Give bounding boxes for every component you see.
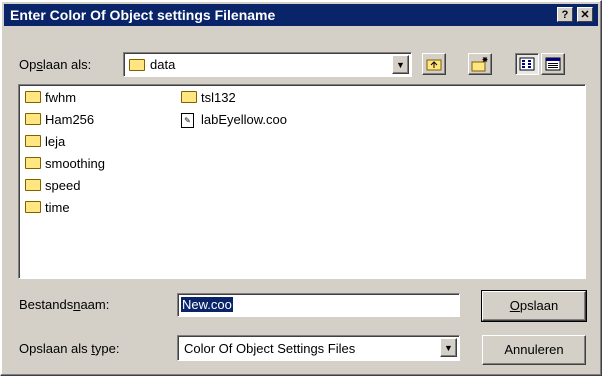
save-in-dropdown[interactable]: data ▼ <box>123 52 412 77</box>
filename-label: Bestandsnaam: <box>19 297 110 312</box>
cancel-button[interactable]: Annuleren <box>482 335 586 365</box>
file-list[interactable]: fwhm Ham256 leja smoothing speed time ts… <box>18 84 586 279</box>
window-title: Enter Color Of Object settings Filename <box>10 7 276 23</box>
new-folder-button[interactable] <box>468 53 492 75</box>
folder-icon <box>129 59 145 71</box>
new-folder-icon <box>471 57 488 72</box>
folder-icon <box>25 179 41 191</box>
folder-icon <box>25 135 41 147</box>
list-view-button[interactable] <box>515 53 539 75</box>
up-folder-icon <box>426 59 442 71</box>
details-view-button[interactable] <box>541 53 565 75</box>
help-button[interactable]: ? <box>557 7 573 22</box>
filetype-label: Opslaan als type: <box>19 341 120 356</box>
save-button[interactable]: Opslaan <box>481 290 587 322</box>
save-in-value: data <box>150 57 176 72</box>
folder-icon <box>25 113 41 125</box>
close-button[interactable]: ✕ <box>577 7 593 22</box>
filetype-dropdown[interactable]: Color Of Object Settings Files ▼ <box>177 335 460 361</box>
list-view-icon <box>519 57 535 71</box>
details-view-icon <box>545 57 561 71</box>
filename-input[interactable]: New.coo <box>177 293 460 317</box>
save-in-label: Opslaan als: <box>19 57 92 72</box>
filetype-value: Color Of Object Settings Files <box>184 341 356 356</box>
folder-icon <box>181 91 197 103</box>
up-folder-button[interactable] <box>422 53 446 75</box>
folder-icon <box>25 201 41 213</box>
chevron-down-icon[interactable]: ▼ <box>440 338 457 357</box>
document-icon: ✎ <box>181 113 194 128</box>
filename-value: New.coo <box>181 297 233 312</box>
chevron-down-icon[interactable]: ▼ <box>392 55 409 74</box>
folder-icon <box>25 91 41 103</box>
folder-icon <box>25 157 41 169</box>
title-bar: Enter Color Of Object settings Filename … <box>4 4 598 26</box>
save-dialog: Enter Color Of Object settings Filename … <box>0 0 602 376</box>
